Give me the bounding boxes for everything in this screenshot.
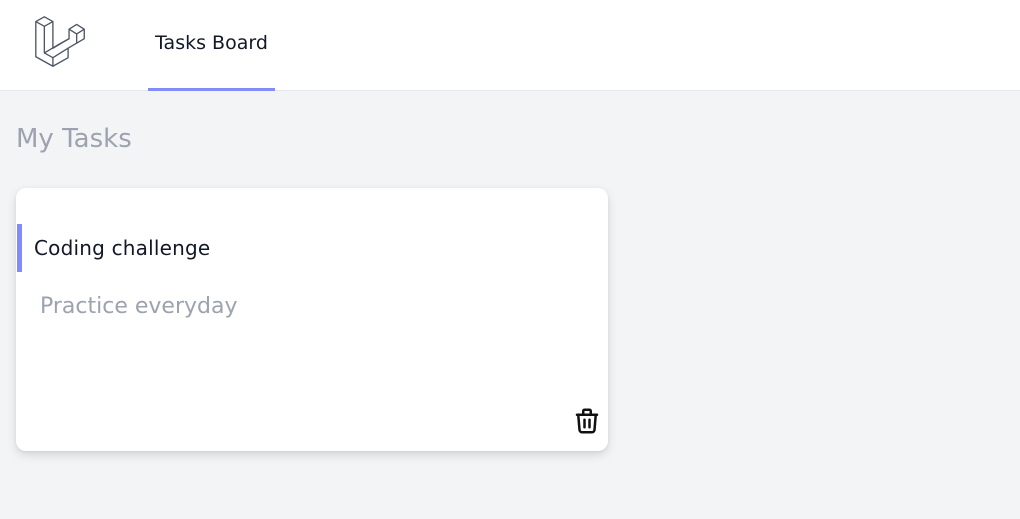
task-title-accent: Coding challenge <box>17 224 210 272</box>
task-card[interactable]: Coding challenge Practice everyday <box>16 188 608 451</box>
task-title: Coding challenge <box>34 236 211 260</box>
trash-icon[interactable] <box>572 406 602 436</box>
top-navigation-bar: Tasks Board <box>0 0 1020 91</box>
laravel-logo-icon[interactable] <box>32 14 88 70</box>
page-title: My Tasks <box>16 124 132 154</box>
nav-tab-tasks-board[interactable]: Tasks Board <box>148 0 275 91</box>
nav-tab-label: Tasks Board <box>155 32 268 54</box>
task-description: Practice everyday <box>40 294 238 319</box>
